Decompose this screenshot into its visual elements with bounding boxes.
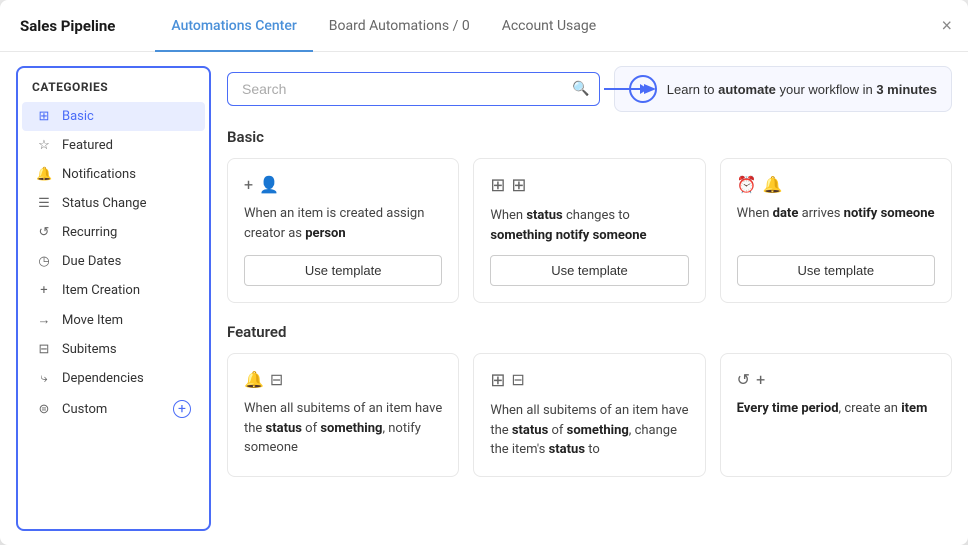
sidebar-item-notifications[interactable]: 🔔 Notifications — [22, 160, 205, 189]
featured-section-title: Featured — [227, 323, 952, 341]
status-change-icon: ☰ — [36, 196, 52, 211]
main-content: Categories ⊞ Basic ☆ Featured 🔔 Notifica… — [0, 52, 968, 545]
sidebar-item-label: Move Item — [62, 313, 123, 328]
sidebar-item-dependencies[interactable]: ⤷ Dependencies — [22, 364, 205, 393]
sidebar-item-subitems[interactable]: ⊟ Subitems — [22, 335, 205, 364]
learn-btn-text: Learn to automate your workflow in 3 min… — [667, 82, 937, 97]
sidebar-item-basic[interactable]: ⊞ Basic — [22, 102, 205, 131]
due-dates-icon: ◷ — [36, 254, 52, 269]
card-text: Every time period, create an item — [737, 399, 935, 460]
search-icon: 🔍 — [572, 81, 589, 97]
featured-card-1: 🔔 ⊟ When all subitems of an item have th… — [227, 353, 459, 477]
basic-cards-grid: + 👤 When an item is created assign creat… — [227, 158, 952, 303]
plus-icon-2: + — [756, 370, 765, 389]
search-input[interactable] — [227, 72, 600, 106]
person-icon: 👤 — [259, 175, 279, 194]
table-icon-1: ⊞ — [490, 175, 505, 196]
card-icons: ⏰ 🔔 — [737, 175, 935, 194]
tab-bar: Automations Center Board Automations / 0… — [155, 0, 612, 51]
sidebar-item-move-item[interactable]: → Move Item — [22, 305, 205, 335]
card-icons: ⊞ ⊟ — [490, 370, 688, 391]
sidebar-item-label: Basic — [62, 109, 94, 124]
sidebar-item-label: Due Dates — [62, 254, 121, 269]
card-icons: ↺ + — [737, 370, 935, 389]
featured-icon: ☆ — [36, 138, 52, 153]
featured-cards-grid: 🔔 ⊟ When all subitems of an item have th… — [227, 353, 952, 477]
featured-card-3: ↺ + Every time period, create an item — [720, 353, 952, 477]
sidebar-item-label: Dependencies — [62, 371, 144, 386]
notifications-icon: 🔔 — [36, 167, 52, 182]
card-icons: + 👤 — [244, 175, 442, 194]
add-custom-icon[interactable]: + — [173, 400, 191, 418]
custom-icon: ⊜ — [36, 402, 52, 417]
card-text: When all subitems of an item have the st… — [244, 399, 442, 460]
title-bar: Sales Pipeline Automations Center Board … — [0, 0, 968, 52]
sidebar-item-due-dates[interactable]: ◷ Due Dates — [22, 247, 205, 276]
tab-automations-center[interactable]: Automations Center — [155, 1, 312, 52]
content-top: 🔍 Learn to automate your workflow in 3 m… — [227, 66, 952, 112]
featured-card-2: ⊞ ⊟ When all subitems of an item have th… — [473, 353, 705, 477]
card-icons: 🔔 ⊟ — [244, 370, 442, 389]
sidebar-item-label: Status Change — [62, 196, 146, 211]
subitems-icon-2: ⊟ — [270, 370, 283, 389]
sidebar-item-label: Subitems — [62, 342, 117, 357]
sidebar-item-label: Featured — [62, 138, 113, 153]
alarm-icon: ⏰ — [737, 175, 757, 194]
sidebar-item-custom[interactable]: ⊜ Custom + — [22, 393, 205, 425]
sidebar: Categories ⊞ Basic ☆ Featured 🔔 Notifica… — [16, 66, 211, 531]
sidebar-header: Categories — [18, 80, 209, 102]
tab-account-usage[interactable]: Account Usage — [486, 1, 612, 52]
basic-section-title: Basic — [227, 128, 952, 146]
card-text: When date arrives notify someone — [737, 204, 935, 245]
search-arrow-icon — [604, 79, 664, 99]
subitems-icon-3: ⊟ — [511, 370, 524, 391]
sidebar-item-status-change[interactable]: ☰ Status Change — [22, 189, 205, 218]
item-creation-icon: + — [36, 283, 52, 298]
sidebar-item-label: Item Creation — [62, 283, 140, 298]
bell-icon: 🔔 — [763, 175, 783, 194]
basic-card-2: ⊞ ⊞ When status changes to something not… — [473, 158, 705, 303]
sidebar-item-item-creation[interactable]: + Item Creation — [22, 276, 205, 305]
basic-card-1: + 👤 When an item is created assign creat… — [227, 158, 459, 303]
sidebar-item-label: Recurring — [62, 225, 117, 240]
content-area: 🔍 Learn to automate your workflow in 3 m… — [211, 52, 968, 545]
main-window: Sales Pipeline Automations Center Board … — [0, 0, 968, 545]
app-title: Sales Pipeline — [20, 17, 115, 35]
card-text: When status changes to something notify … — [490, 206, 688, 245]
bell-icon-2: 🔔 — [244, 370, 264, 389]
close-button[interactable]: × — [941, 15, 952, 36]
sidebar-item-recurring[interactable]: ↺ Recurring — [22, 218, 205, 247]
sidebar-item-featured[interactable]: ☆ Featured — [22, 131, 205, 160]
use-template-button-3[interactable]: Use template — [737, 255, 935, 286]
basic-icon: ⊞ — [36, 109, 52, 124]
plus-icon: + — [244, 175, 253, 194]
recurring-icon-2: ↺ — [737, 370, 750, 389]
recurring-icon: ↺ — [36, 225, 52, 240]
search-bar-container: 🔍 — [227, 72, 600, 106]
sidebar-item-label: Custom — [62, 402, 107, 417]
use-template-button-1[interactable]: Use template — [244, 255, 442, 286]
card-icons: ⊞ ⊞ — [490, 175, 688, 196]
subitems-icon: ⊟ — [36, 342, 52, 357]
basic-card-3: ⏰ 🔔 When date arrives notify someone Use… — [720, 158, 952, 303]
sidebar-item-label: Notifications — [62, 167, 136, 182]
move-item-icon: → — [36, 312, 52, 328]
tab-board-automations[interactable]: Board Automations / 0 — [313, 1, 486, 52]
card-text: When all subitems of an item have the st… — [490, 401, 688, 460]
table-icon-2: ⊞ — [511, 175, 526, 196]
learn-automate-button[interactable]: Learn to automate your workflow in 3 min… — [614, 66, 952, 112]
card-text: When an item is created assign creator a… — [244, 204, 442, 245]
use-template-button-2[interactable]: Use template — [490, 255, 688, 286]
dependencies-icon: ⤷ — [36, 371, 52, 386]
table-icon-3: ⊞ — [490, 370, 505, 391]
